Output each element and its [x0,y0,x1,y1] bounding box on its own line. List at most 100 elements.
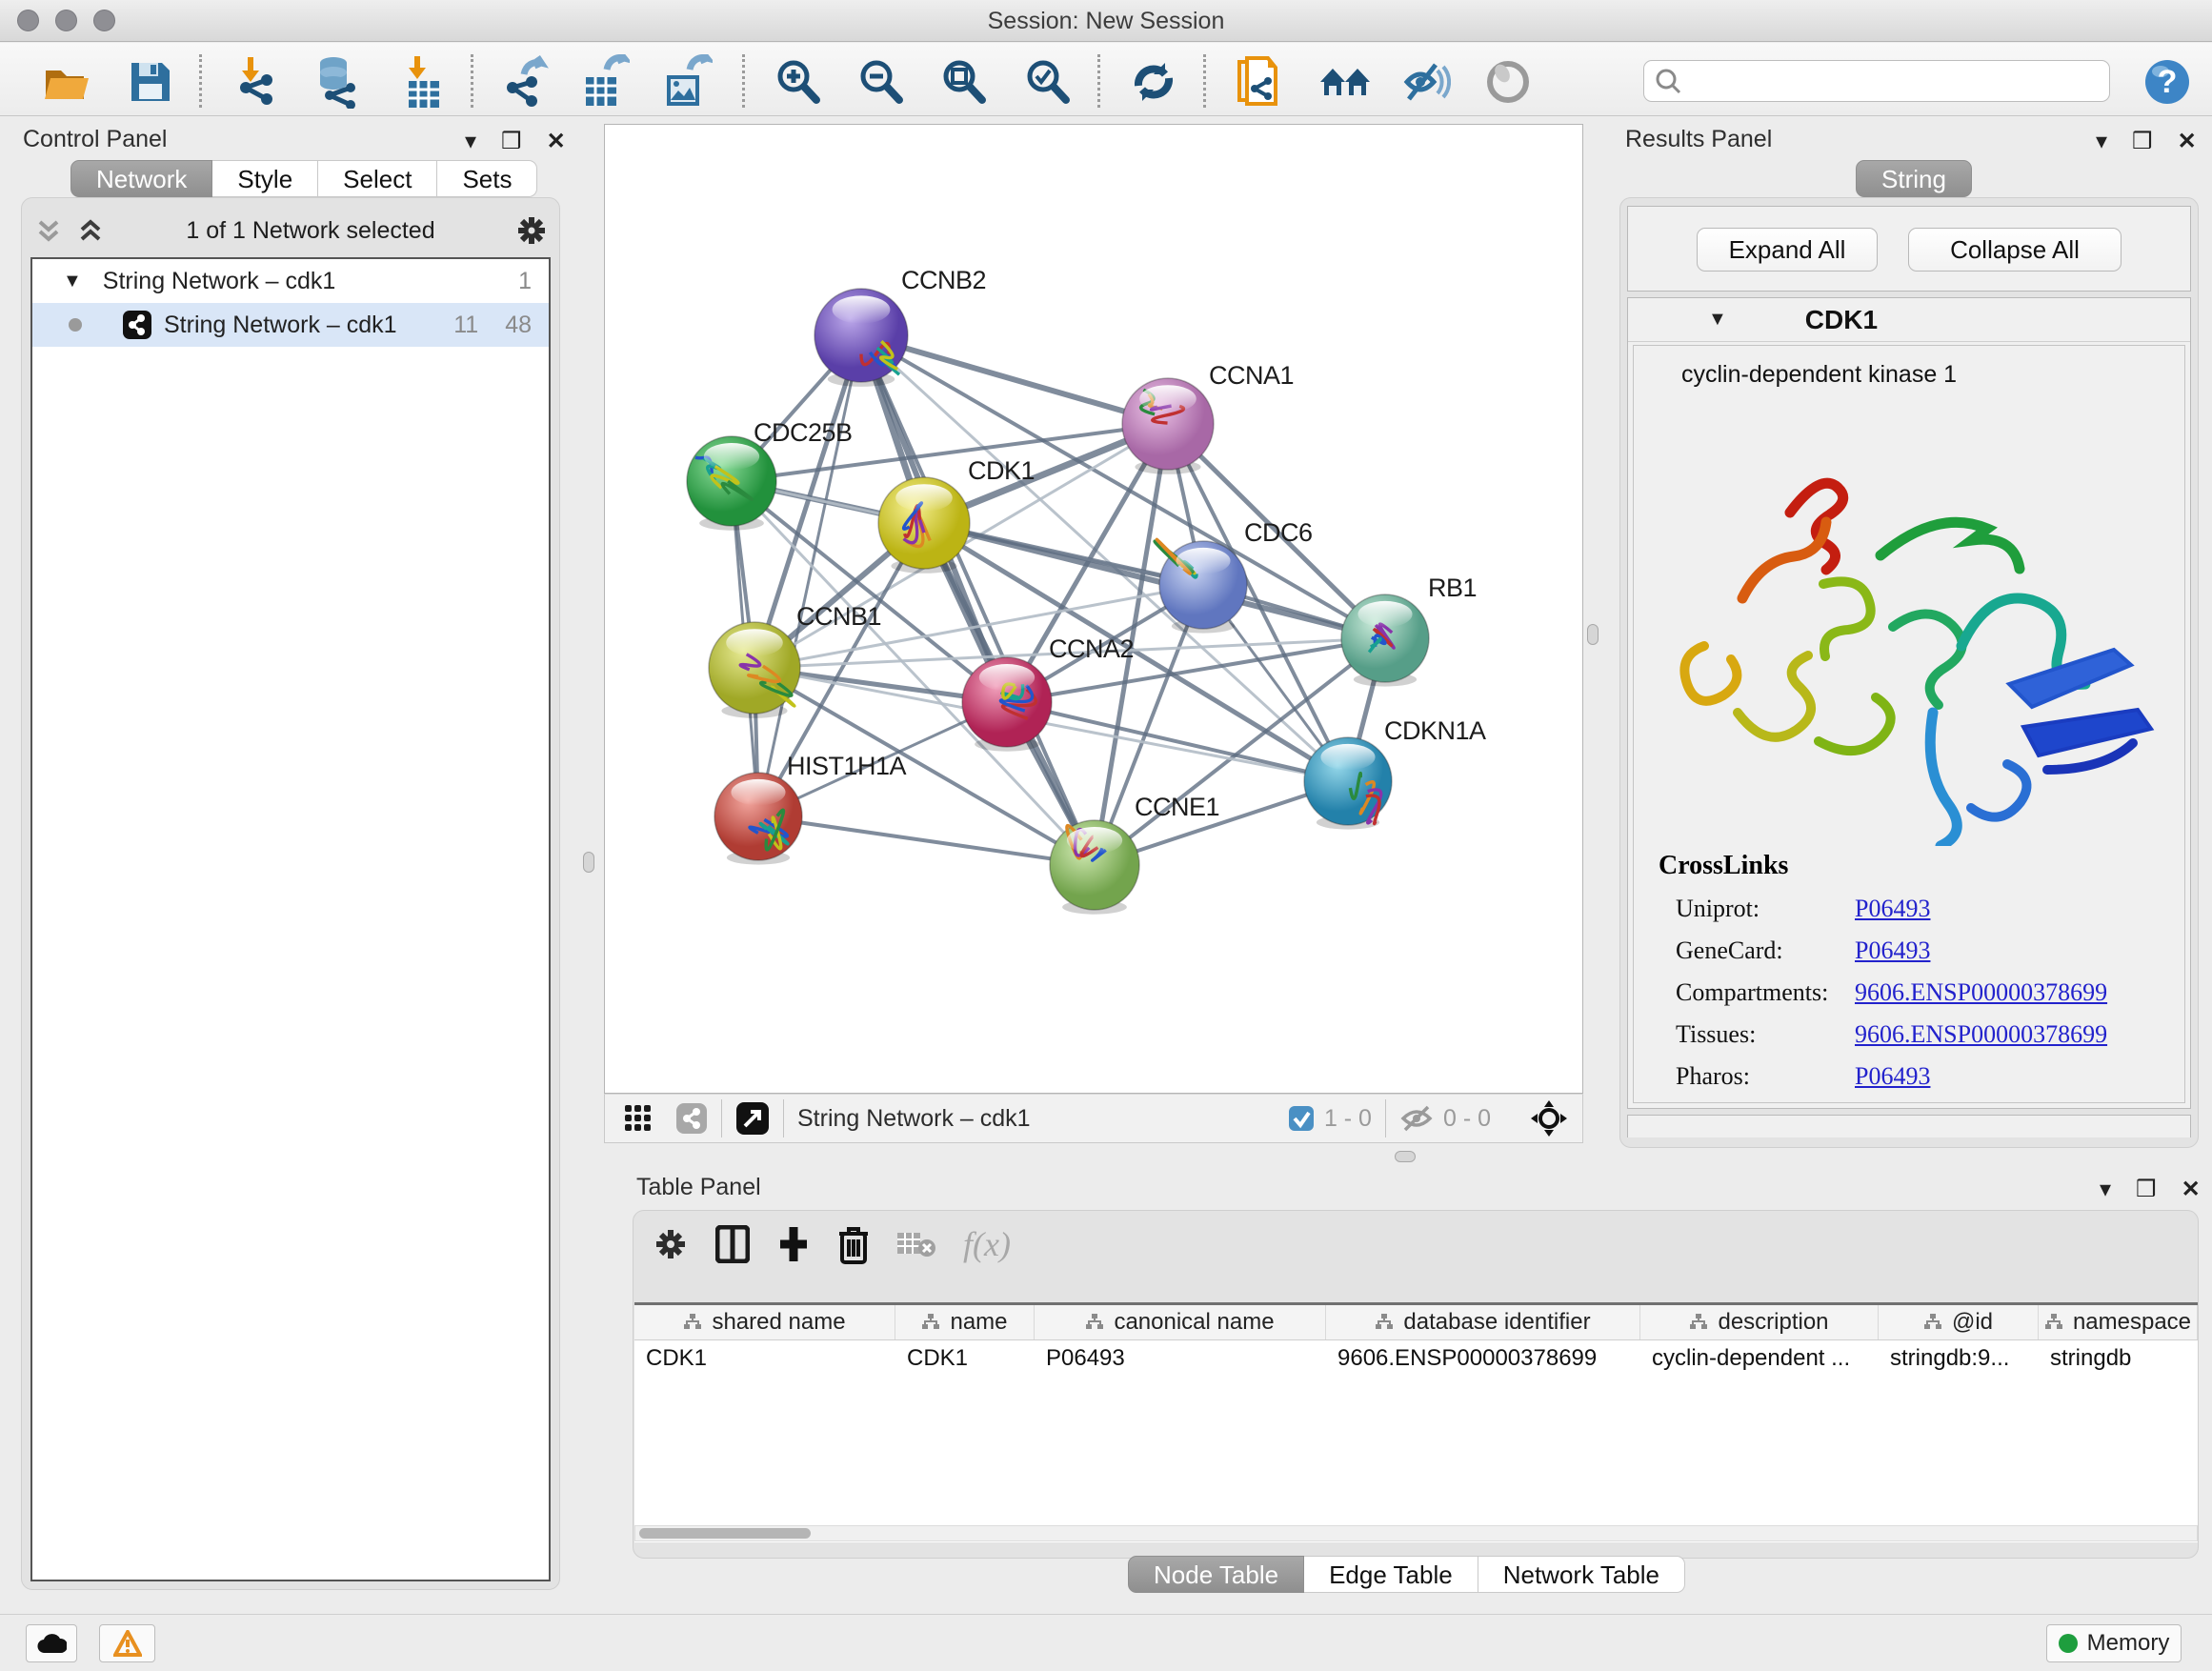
tab-network[interactable]: Network [70,160,212,197]
network-node-CCNB1[interactable]: CCNB1 [709,602,881,718]
network-canvas[interactable]: CCNB2CCNA1CDC25BCDK1CDC6RB1CCNB1CCNA2CDK… [604,124,1583,1094]
network-graph[interactable]: CCNB2CCNA1CDC25BCDK1CDC6RB1CCNB1CCNA2CDK… [605,125,1582,1093]
tab-select[interactable]: Select [318,160,437,197]
table-cell[interactable]: cyclin-dependent ... [1640,1340,1879,1377]
refresh-button[interactable] [1128,56,1179,108]
collapse-all-chevron-icon[interactable] [32,216,65,245]
panel-menu-icon[interactable]: ▾ [465,128,476,155]
table-cell[interactable]: stringdb [2039,1340,2198,1377]
network-edge[interactable] [861,335,1168,424]
network-node-RB1[interactable]: RB1 [1341,574,1477,687]
zoom-out-button[interactable] [855,56,907,108]
import-database-button[interactable] [312,56,364,108]
save-session-button[interactable] [125,56,176,108]
expand-all-button[interactable]: Expand All [1697,228,1878,272]
column-header-@id[interactable]: @id [1879,1305,2039,1339]
string-homes-button[interactable] [1318,56,1370,108]
crosslink-link[interactable]: 9606.ENSP00000378699 [1855,978,2107,1007]
network-row[interactable]: String Network – cdk1 11 48 [32,303,549,347]
panel-splitter-handle[interactable] [583,852,594,873]
grid-view-icon[interactable] [624,1104,653,1133]
selected-checkbox-icon[interactable] [1288,1105,1315,1132]
network-collection-row[interactable]: ▼ String Network – cdk1 1 [32,259,549,303]
share-document-button[interactable] [1232,56,1283,108]
close-panel-icon[interactable]: ✕ [2182,1176,2201,1203]
table-cell[interactable]: stringdb:9... [1879,1340,2039,1377]
network-edge[interactable] [861,335,1095,865]
delete-columns-icon[interactable] [837,1224,870,1264]
export-network-button[interactable] [498,56,550,108]
tab-string[interactable]: String [1856,160,1972,197]
table-row[interactable]: CDK1CDK1P064939606.ENSP00000378699cyclin… [634,1340,2198,1377]
network-edge[interactable] [758,335,861,816]
tab-sets[interactable]: Sets [437,160,537,197]
birds-eye-view-icon[interactable] [1529,1098,1569,1138]
panel-splitter-handle[interactable] [1587,624,1599,645]
column-header-description[interactable]: description [1640,1305,1879,1339]
network-node-CCNB2[interactable]: CCNB2 [814,266,986,387]
function-builder-icon[interactable]: f(x) [963,1224,1011,1264]
help-button[interactable]: ? [2142,56,2193,108]
column-header-namespace[interactable]: namespace [2039,1305,2198,1339]
table-cell[interactable]: P06493 [1035,1340,1326,1377]
hidden-eye-icon[interactable] [1399,1104,1434,1133]
expand-all-chevron-icon[interactable] [74,216,107,245]
panel-menu-icon[interactable]: ▾ [2100,1176,2111,1203]
float-panel-icon[interactable]: ❒ [2132,128,2153,155]
delete-table-icon[interactable] [896,1229,936,1259]
network-node-CDKN1A[interactable]: CDKN1A [1304,716,1486,830]
table-cell[interactable]: 9606.ENSP00000378699 [1326,1340,1640,1377]
memory-button[interactable]: Memory [2046,1624,2182,1662]
zoom-fit-button[interactable] [938,56,990,108]
open-session-button[interactable] [41,56,92,108]
crosslink-link[interactable]: P06493 [1855,936,1930,965]
close-panel-icon[interactable]: ✕ [2178,128,2197,155]
network-node-CCNE1[interactable]: CCNE1 [1050,793,1219,915]
table-cell[interactable]: CDK1 [895,1340,1035,1377]
node-result-header[interactable]: ▼ CDK1 [1628,298,2190,342]
crosslink-link[interactable]: 9606.ENSP00000378699 [1855,1020,2107,1049]
import-network-button[interactable] [231,56,283,108]
collapse-all-button[interactable]: Collapse All [1908,228,2122,272]
zoom-selected-button[interactable] [1022,56,1074,108]
table-cell[interactable]: CDK1 [634,1340,895,1377]
scrollbar-thumb[interactable] [639,1528,811,1539]
show-columns-icon[interactable] [715,1225,750,1263]
network-share-icon[interactable] [675,1102,708,1135]
float-panel-icon[interactable]: ❒ [2136,1176,2157,1203]
column-header-name[interactable]: name [895,1305,1035,1339]
float-panel-icon[interactable]: ❒ [501,128,522,155]
export-image-button[interactable] [661,56,713,108]
network-node-HIST1H1A[interactable]: HIST1H1A [714,752,907,865]
column-header-database-identifier[interactable]: database identifier [1326,1305,1640,1339]
tab-network-table[interactable]: Network Table [1478,1556,1685,1593]
panel-menu-icon[interactable]: ▾ [2096,128,2107,155]
tab-style[interactable]: Style [212,160,318,197]
table-mode-gear-icon[interactable] [653,1226,689,1262]
zoom-in-button[interactable] [773,56,824,108]
network-edge[interactable] [758,816,1095,865]
warning-button[interactable] [99,1624,155,1662]
tab-edge-table[interactable]: Edge Table [1304,1556,1478,1593]
crosslink-link[interactable]: P06493 [1855,1062,1930,1091]
network-options-gear-icon[interactable] [514,213,549,248]
import-table-button[interactable] [398,56,450,108]
network-node-CCNA1[interactable]: CCNA1 [1122,361,1294,474]
hide-glasses-button[interactable] [1399,56,1451,108]
column-header-shared-name[interactable]: shared name [634,1305,895,1339]
export-table-button[interactable] [579,56,631,108]
collapse-section-icon[interactable]: ▼ [1708,309,1727,331]
sphere-button[interactable] [1482,56,1534,108]
collection-expand-icon[interactable]: ▼ [63,271,82,292]
crosslink-link[interactable]: P06493 [1855,895,1930,923]
column-header-label: @id [1952,1309,1993,1336]
horizontal-scrollbar[interactable] [634,1525,2198,1541]
open-in-new-window-icon[interactable] [735,1101,770,1136]
create-column-icon[interactable] [776,1225,811,1263]
tab-node-table[interactable]: Node Table [1128,1556,1304,1593]
search-input[interactable] [1682,68,2092,94]
panel-splitter-handle[interactable] [1395,1151,1416,1162]
column-header-canonical-name[interactable]: canonical name [1035,1305,1326,1339]
close-panel-icon[interactable]: ✕ [547,128,566,155]
cloud-button[interactable] [26,1624,77,1662]
